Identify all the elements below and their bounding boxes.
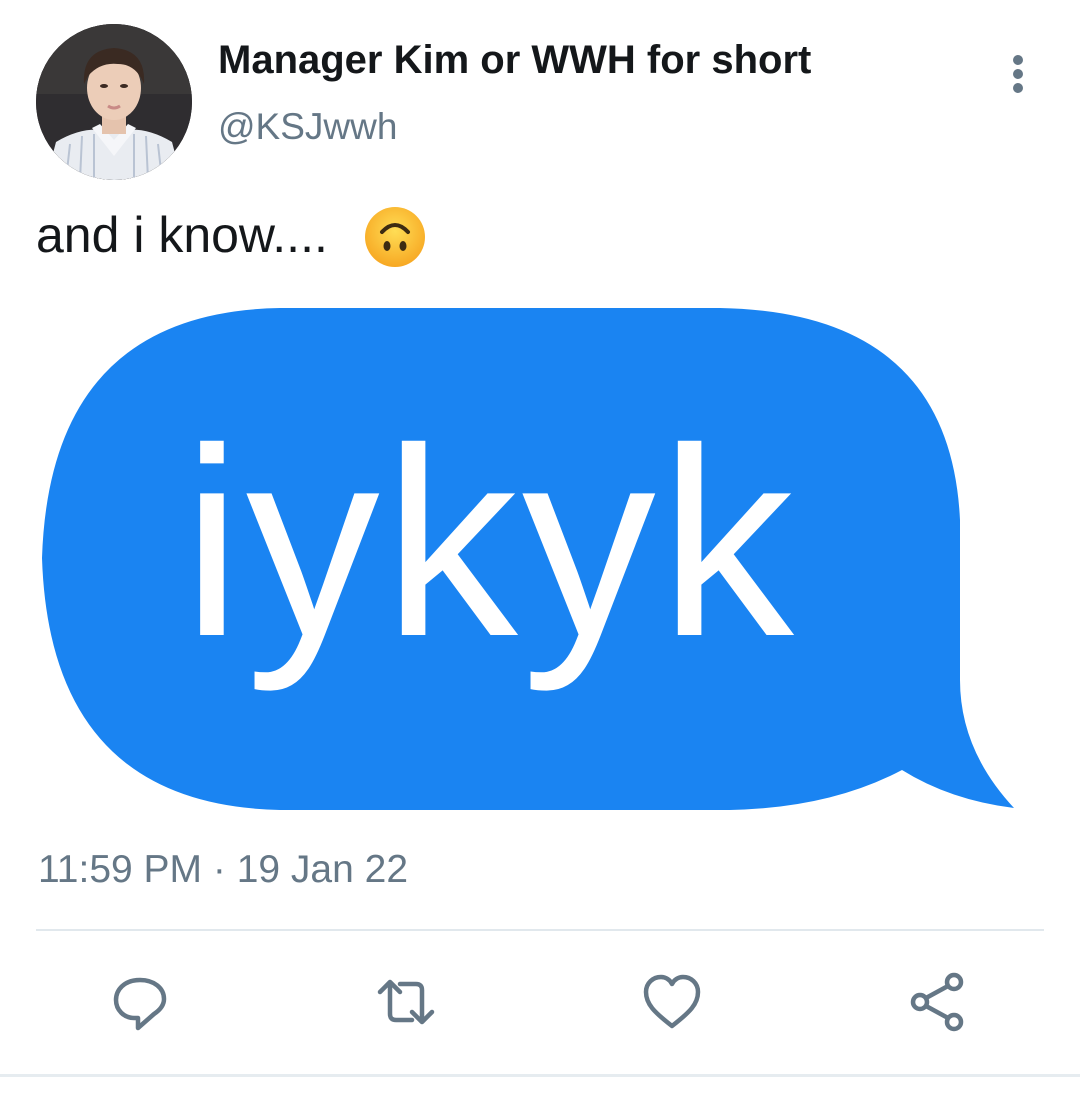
share-button[interactable]: [906, 970, 970, 1034]
reply-button[interactable]: [108, 970, 172, 1034]
retweet-button[interactable]: [374, 970, 438, 1034]
retweet-icon: [377, 979, 435, 1025]
tweet-timestamp[interactable]: 11:59 PM · 19 Jan 22: [38, 848, 408, 892]
avatar[interactable]: [36, 24, 192, 180]
upside-down-face-icon: [364, 206, 426, 268]
avatar-image: [36, 24, 192, 180]
like-button[interactable]: [640, 970, 704, 1034]
share-icon: [910, 972, 964, 1032]
more-vertical-icon[interactable]: [998, 52, 1038, 96]
reply-icon: [113, 977, 167, 1031]
message-bubble-text: iykyk: [182, 392, 798, 692]
user-handle[interactable]: @KSJwwh: [218, 106, 397, 148]
heart-icon: [643, 974, 701, 1029]
tweet-text: and i know....: [36, 207, 328, 263]
divider: [36, 929, 1044, 931]
bottom-divider: [0, 1074, 1080, 1077]
display-name[interactable]: Manager Kim or WWH for short: [218, 38, 811, 83]
